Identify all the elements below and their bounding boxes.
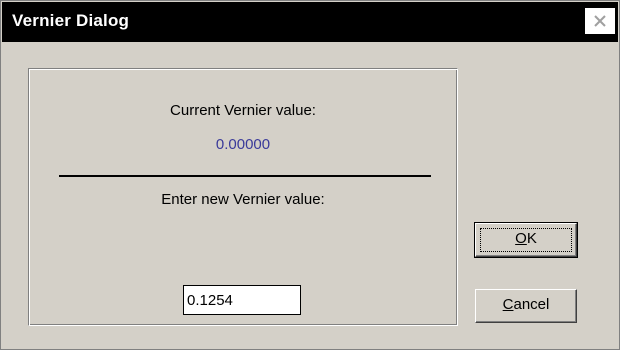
separator xyxy=(59,175,431,177)
new-vernier-input[interactable] xyxy=(183,285,301,315)
close-button[interactable] xyxy=(585,8,615,34)
cancel-button[interactable]: Cancel xyxy=(475,289,577,323)
ok-button[interactable]: OK xyxy=(474,222,578,258)
new-value-label: Enter new Vernier value: xyxy=(161,191,325,208)
current-value: 0.00000 xyxy=(215,136,271,153)
dialog-title: Vernier Dialog xyxy=(12,11,130,30)
focus-rect xyxy=(480,228,572,252)
cancel-label-rest: ancel xyxy=(513,296,550,313)
vernier-dialog: Vernier Dialog Current Vernier value: 0.… xyxy=(0,0,620,350)
close-icon xyxy=(594,15,606,27)
title-bar[interactable]: Vernier Dialog xyxy=(2,2,618,42)
current-value-label: Current Vernier value: xyxy=(170,102,316,119)
vernier-panel: Current Vernier value: 0.00000 Enter new… xyxy=(28,68,458,326)
cancel-mnemonic: C xyxy=(502,296,514,313)
